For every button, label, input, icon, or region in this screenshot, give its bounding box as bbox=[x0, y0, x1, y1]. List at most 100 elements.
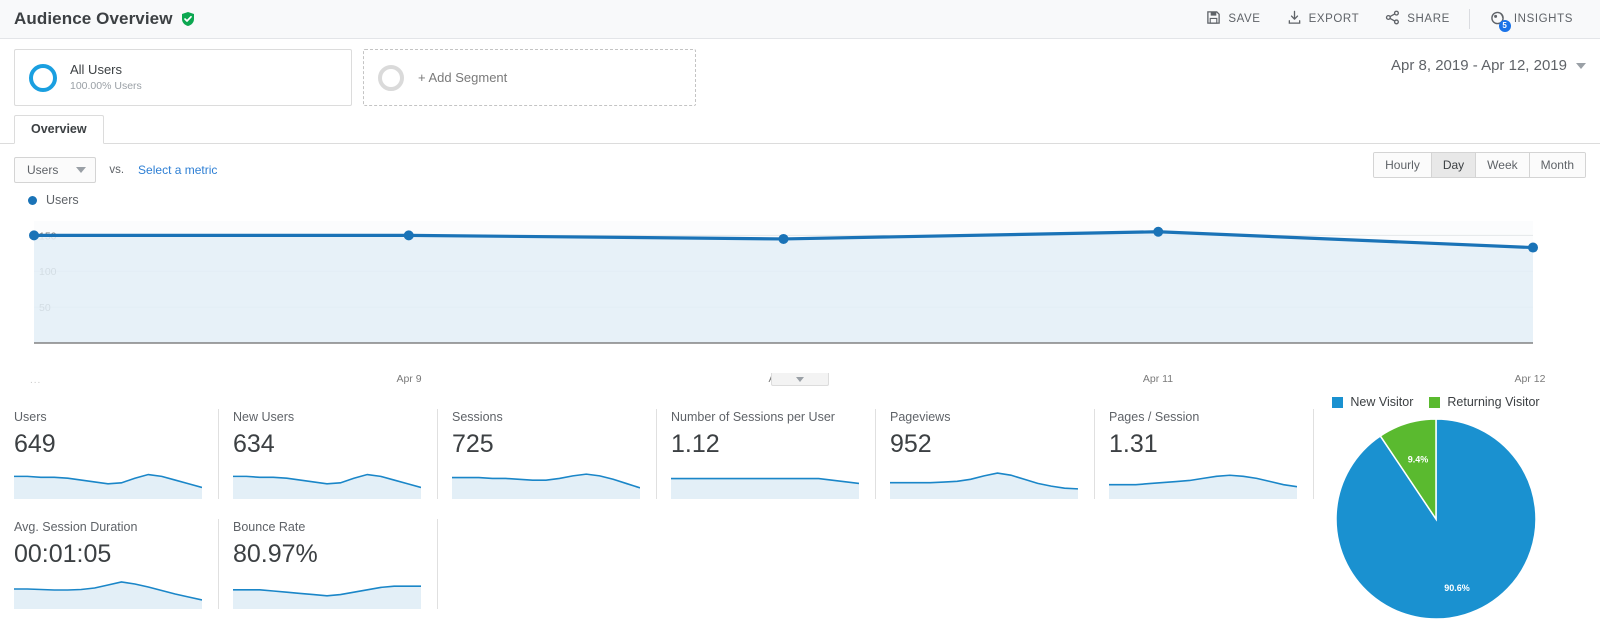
pie-legend-returning-visitor[interactable]: Returning Visitor bbox=[1429, 395, 1540, 409]
metrics-region: Users 649 New Users 634 Sessions 725 Number of… bbox=[0, 395, 1600, 619]
metric-sparkline bbox=[671, 477, 859, 499]
metric-card[interactable]: New Users 634 bbox=[219, 409, 438, 499]
segment-name: All Users bbox=[70, 62, 123, 77]
new-visitor-label: New Visitor bbox=[1350, 395, 1414, 409]
metric-card[interactable]: Users 649 bbox=[14, 409, 219, 499]
tab-bar: Overview bbox=[0, 115, 1600, 144]
verified-shield-icon bbox=[180, 11, 196, 27]
export-label: EXPORT bbox=[1308, 13, 1360, 25]
segment-text: All Users 100.00% Users bbox=[70, 62, 142, 93]
metric-card-inner: Sessions 725 bbox=[438, 409, 640, 499]
metric-card-inner: Pageviews 952 bbox=[876, 409, 1078, 499]
save-button[interactable]: SAVE bbox=[1193, 4, 1273, 34]
add-segment-label: + Add Segment bbox=[418, 70, 508, 85]
metric-card-value: 00:01:05 bbox=[14, 540, 112, 568]
export-download-icon bbox=[1287, 10, 1302, 28]
primary-metric-value: Users bbox=[27, 163, 59, 177]
metric-cards-row-1: Users 649 New Users 634 Sessions 725 Number of… bbox=[14, 409, 1314, 499]
users-timeline-svg: 50100150 bbox=[29, 221, 1538, 344]
pie-legend-new-visitor[interactable]: New Visitor bbox=[1332, 395, 1413, 409]
tab-overview[interactable]: Overview bbox=[14, 115, 104, 144]
toolbar-divider bbox=[1468, 9, 1470, 29]
metric-card-title: Avg. Session Duration bbox=[14, 520, 138, 534]
chart-collapse-handle[interactable] bbox=[771, 373, 829, 386]
metric-card-inner: Bounce Rate 80.97% bbox=[219, 519, 421, 609]
metric-sparkline bbox=[233, 473, 421, 499]
segment-subtext: 100.00% Users bbox=[70, 80, 142, 92]
metric-card-value: 725 bbox=[452, 430, 494, 458]
pie-chart-svg: 90.6% 9.4% bbox=[1336, 419, 1536, 619]
metric-card-title: Number of Sessions per User bbox=[671, 410, 835, 424]
metric-card-inner: Avg. Session Duration 00:01:05 bbox=[14, 519, 202, 609]
chevron-down-icon bbox=[796, 376, 804, 382]
share-label: SHARE bbox=[1407, 13, 1450, 25]
vs-label: vs. bbox=[109, 164, 125, 176]
chart-legend: Users bbox=[28, 193, 1600, 207]
insights-label: INSIGHTS bbox=[1513, 13, 1573, 25]
metric-sparkline bbox=[890, 472, 1078, 499]
metric-card-inner: Pages / Session 1.31 bbox=[1095, 409, 1297, 499]
primary-metric-dropdown[interactable]: Users bbox=[14, 157, 97, 183]
add-segment-donut-icon bbox=[378, 64, 404, 91]
metric-card[interactable]: Bounce Rate 80.97% bbox=[219, 519, 438, 609]
metric-card-title: New Users bbox=[233, 410, 295, 424]
save-label: SAVE bbox=[1228, 13, 1261, 25]
metric-card-inner: Users 649 bbox=[14, 409, 202, 499]
chart-x-axis: ... Apr 9 Apr 10 Apr 11 Apr 12 bbox=[0, 373, 1600, 391]
metric-card[interactable]: Sessions 725 bbox=[438, 409, 657, 499]
pie-slice-label: 90.6% bbox=[1444, 583, 1470, 593]
x-axis-ellipsis: ... bbox=[30, 375, 42, 386]
export-button[interactable]: EXPORT bbox=[1274, 4, 1373, 34]
x-axis-label-apr11: Apr 11 bbox=[1142, 373, 1174, 385]
metric-card[interactable]: Pageviews 952 bbox=[876, 409, 1095, 499]
date-range-value: Apr 8, 2019 - Apr 12, 2019 bbox=[1391, 57, 1567, 74]
metric-sparkline bbox=[1109, 474, 1297, 499]
granularity-day[interactable]: Day bbox=[1431, 153, 1477, 177]
granularity-hourly[interactable]: Hourly bbox=[1374, 153, 1432, 177]
legend-dot-icon bbox=[28, 195, 37, 205]
add-segment-button[interactable]: + Add Segment bbox=[363, 49, 696, 106]
metric-card-title: Pageviews bbox=[890, 410, 951, 424]
metric-cards: Users 649 New Users 634 Sessions 725 Number of… bbox=[14, 409, 1314, 609]
granularity-month[interactable]: Month bbox=[1529, 153, 1585, 177]
metric-card[interactable]: Avg. Session Duration 00:01:05 bbox=[14, 519, 219, 609]
metric-card-value: 1.12 bbox=[671, 430, 720, 458]
select-a-metric-link[interactable]: Select a metric bbox=[138, 163, 217, 177]
metric-card-title: Pages / Session bbox=[1109, 410, 1200, 424]
granularity-toggle-group: Hourly Day Week Month bbox=[1373, 152, 1586, 178]
returning-visitor-label: Returning Visitor bbox=[1447, 395, 1540, 409]
metric-card-title: Users bbox=[14, 410, 47, 424]
metric-sparkline bbox=[452, 473, 640, 499]
insights-button[interactable]: 5 INSIGHTS bbox=[1476, 4, 1586, 34]
insights-badge-count: 5 bbox=[1498, 20, 1511, 32]
metric-card-inner: New Users 634 bbox=[219, 409, 421, 499]
segment-donut-icon bbox=[29, 63, 57, 92]
chevron-down-icon bbox=[76, 167, 87, 173]
metric-card-value: 1.31 bbox=[1109, 430, 1158, 458]
metric-sparkline bbox=[14, 473, 202, 499]
share-nodes-icon bbox=[1385, 10, 1400, 28]
metric-card[interactable]: Pages / Session 1.31 bbox=[1095, 409, 1314, 499]
users-timeline-chart[interactable]: 50100150 bbox=[0, 213, 1600, 373]
chart-legend-label: Users bbox=[46, 193, 79, 207]
insights-bulb-icon: 5 bbox=[1489, 10, 1511, 32]
segment-all-users[interactable]: All Users 100.00% Users bbox=[14, 49, 352, 106]
segment-row: All Users 100.00% Users + Add Segment Ap… bbox=[0, 39, 1600, 107]
pie-chart-wrap[interactable]: 90.6% 9.4% bbox=[1286, 419, 1586, 619]
share-button[interactable]: SHARE bbox=[1372, 4, 1463, 34]
date-range-picker[interactable]: Apr 8, 2019 - Apr 12, 2019 bbox=[1391, 57, 1586, 74]
top-bar: Audience Overview SAVE EXPORT SHARE 5 IN… bbox=[0, 0, 1600, 39]
metric-card-value: 649 bbox=[14, 430, 56, 458]
x-axis-label-apr12: Apr 12 bbox=[1514, 373, 1546, 385]
metric-card-value: 634 bbox=[233, 430, 275, 458]
pie-slice-label: 9.4% bbox=[1408, 455, 1429, 465]
metric-card-title: Sessions bbox=[452, 410, 503, 424]
pie-legend: New Visitor Returning Visitor bbox=[1286, 395, 1586, 409]
metric-selector-row: Users vs. Select a metric Hourly Day Wee… bbox=[0, 144, 1600, 186]
metric-sparkline bbox=[233, 585, 421, 609]
audience-overview-page: Audience Overview SAVE EXPORT SHARE 5 IN… bbox=[0, 0, 1600, 627]
metric-card[interactable]: Number of Sessions per User 1.12 bbox=[657, 409, 876, 499]
granularity-week[interactable]: Week bbox=[1476, 153, 1530, 177]
page-title: Audience Overview bbox=[14, 9, 173, 28]
top-bar-actions: SAVE EXPORT SHARE 5 INSIGHTS bbox=[1193, 4, 1600, 34]
